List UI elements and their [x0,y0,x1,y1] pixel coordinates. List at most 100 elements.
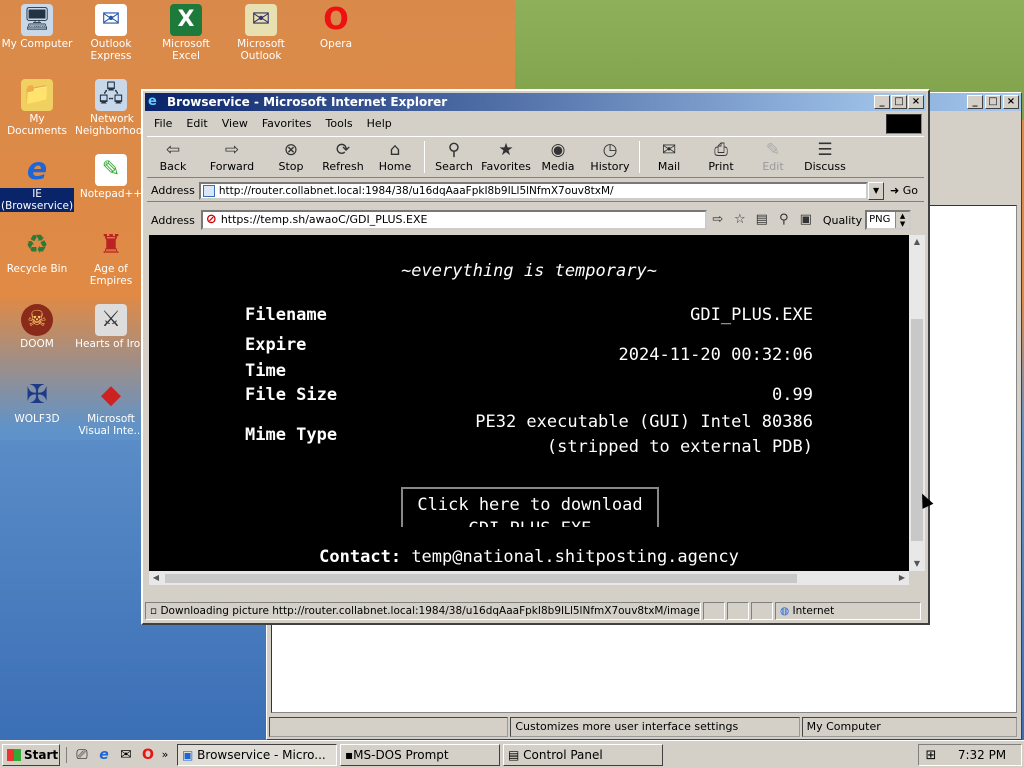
maximize-button[interactable]: □ [985,95,1001,109]
network-tray-icon[interactable]: ⊞ [919,748,943,763]
more-chevron-icon[interactable]: » [159,748,171,761]
minimize-button[interactable]: _ [874,95,890,109]
horizontal-scroll-thumb[interactable] [165,574,797,583]
desktop-icon-visual-interdev[interactable]: ◆ Microsoft Visual Inte... [74,379,148,437]
browservice-frame: Address ⊘ https://temp.sh/awaoC/GDI_PLUS… [147,207,925,585]
media-button[interactable]: ◉ Media [532,137,584,177]
menu-view[interactable]: View [215,117,255,130]
desktop-icon-label: IE (Browservice) [0,188,75,212]
task-label: Browservice - Micro... [197,747,326,762]
close-button[interactable]: × [1003,95,1019,109]
discuss-label: Discuss [804,160,846,173]
desktop-icon-opera[interactable]: O Opera [299,4,373,51]
favorites-label: Favorites [481,160,531,173]
go-button[interactable]: ➜ Go [884,184,924,197]
forward-arrow-icon: ⇨ [224,140,240,160]
desktop-icon-wolf3d[interactable]: ✠ WOLF3D [0,379,74,425]
desktop-icon-hearts-of-iron[interactable]: ⚔ Hearts of Iron [74,304,148,350]
desktop-icon-ie-browservice[interactable]: e IE (Browservice) [0,152,75,212]
minimize-button[interactable]: _ [967,95,983,109]
scroll-up-icon[interactable]: ▲ [909,235,925,249]
desktop-icon-notepad[interactable]: ✎ Notepad++ [74,154,148,200]
mime-type-value-line1: PE32 executable (GUI) Intel 80386 [475,412,813,432]
desktop-icon-excel[interactable]: X Microsoft Excel [149,4,223,62]
show-desktop-icon[interactable]: ⎚ [71,747,93,763]
horizontal-scrollbar[interactable]: ◀ ▶ [149,571,909,585]
opera-quicklaunch-icon[interactable]: O [137,747,159,763]
desktop-icon-outlook[interactable]: ✉ Microsoft Outlook [224,4,298,62]
ie-icon: e [26,152,48,187]
maximize-button[interactable]: □ [891,95,907,109]
start-label: Start [24,747,59,762]
status-page-icon: ▫ [150,605,158,617]
search-button[interactable]: ⚲ Search [428,137,480,177]
quality-select[interactable]: PNG ▲ ▼ [865,210,912,230]
address-input[interactable]: http://router.collabnet.local:1984/38/u1… [198,181,869,200]
task-label: MS-DOS Prompt [353,747,449,762]
close-button[interactable]: × [908,95,924,109]
clipboard-icon[interactable]: ▣ [795,210,817,230]
desktop-icon-label: My Computer [1,38,73,50]
home-button[interactable]: ⌂ Home [369,137,421,177]
desktop-icon-network[interactable]: 🖧 Network Neighborhood [74,79,149,137]
menu-help[interactable]: Help [360,117,399,130]
desktop-icon-outlook-express[interactable]: ✉ Outlook Express [74,4,148,62]
print-button[interactable]: ⎙ Print [695,137,747,177]
navigate-arrow-icon[interactable]: ⇨ [707,210,729,230]
outlook-quicklaunch-icon[interactable]: ✉ [115,747,137,763]
favorites-button[interactable]: ★ Favorites [480,137,532,177]
task-browservice[interactable]: ▣ Browservice - Micro... [177,743,337,766]
menu-favorites[interactable]: Favorites [255,117,319,130]
desktop-icon-label: WOLF3D [14,413,60,425]
address-bar: Address http://router.collabnet.local:19… [147,180,924,202]
status-message: Downloading picture http://router.collab… [160,605,701,617]
status-pane [751,602,773,620]
desktop-icon-recycle-bin[interactable]: ♻ Recycle Bin [0,229,74,275]
bookmarks-list-icon[interactable]: ▤ [751,210,773,230]
edit-button[interactable]: ✎ Edit [747,137,799,177]
file-size-label: File Size [245,385,338,405]
forward-button[interactable]: ⇨ Forward [199,137,265,177]
mail-button[interactable]: ✉ Mail [643,137,695,177]
task-control-panel[interactable]: ▤ Control Panel [503,743,663,766]
stop-button[interactable]: ⊗ Stop [265,137,317,177]
refresh-button[interactable]: ⟳ Refresh [317,137,369,177]
back-button[interactable]: ⇦ Back [147,137,199,177]
desktop-icon-label: DOOM [20,338,54,350]
download-button[interactable]: Click here to download GDI_PLUS.EXE [401,487,659,527]
bookmark-icon[interactable]: ☆ [729,210,751,230]
desktop-icon-my-computer[interactable]: 🖥 My Computer [0,4,74,50]
task-msdos[interactable]: ▪MS-DOS Prompt [340,743,500,766]
menu-edit[interactable]: Edit [179,117,214,130]
inner-address-input[interactable]: ⊘ https://temp.sh/awaoC/GDI_PLUS.EXE [200,210,707,230]
scroll-left-icon[interactable]: ◀ [149,571,163,585]
history-button[interactable]: ◷ History [584,137,636,177]
discuss-button[interactable]: ☰ Discuss [799,137,851,177]
quality-spinner-icon[interactable]: ▲ ▼ [895,212,910,228]
scroll-right-icon[interactable]: ▶ [895,571,909,585]
vertical-scrollbar[interactable]: ▲ ▼ [909,235,925,571]
network-icon: 🖧 [95,79,127,111]
print-label: Print [708,160,734,173]
favorites-icon: ★ [498,140,514,160]
clock[interactable]: 7:32 PM [943,748,1021,762]
ie-quicklaunch-icon[interactable]: e [93,747,115,763]
desktop-icon-label: Network Neighborhood [75,113,149,137]
control-panel-task-icon: ▤ [508,747,520,762]
desktop-icon-label: Notepad++ [79,188,143,200]
visual-interdev-icon: ◆ [101,380,121,410]
menu-file[interactable]: File [147,117,179,130]
start-button[interactable]: Start [2,743,60,766]
ie-window[interactable]: e Browservice - Microsoft Internet Explo… [141,89,930,625]
ie-titlebar[interactable]: e Browservice - Microsoft Internet Explo… [145,93,926,111]
windows-logo-icon [7,748,21,761]
menu-tools[interactable]: Tools [319,117,360,130]
address-dropdown-button[interactable]: ▼ [868,181,885,200]
task-label: Control Panel [523,747,603,762]
scroll-down-icon[interactable]: ▼ [909,557,925,571]
desktop-icon-doom[interactable]: ☠ DOOM [0,304,74,350]
contact-email[interactable]: temp@national.shitposting.agency [411,547,739,567]
find-icon[interactable]: ⚲ [773,210,795,230]
desktop-icon-age-of-empires[interactable]: ♜ Age of Empires [74,229,148,287]
desktop-icon-my-documents[interactable]: 📁 My Documents [0,79,74,137]
